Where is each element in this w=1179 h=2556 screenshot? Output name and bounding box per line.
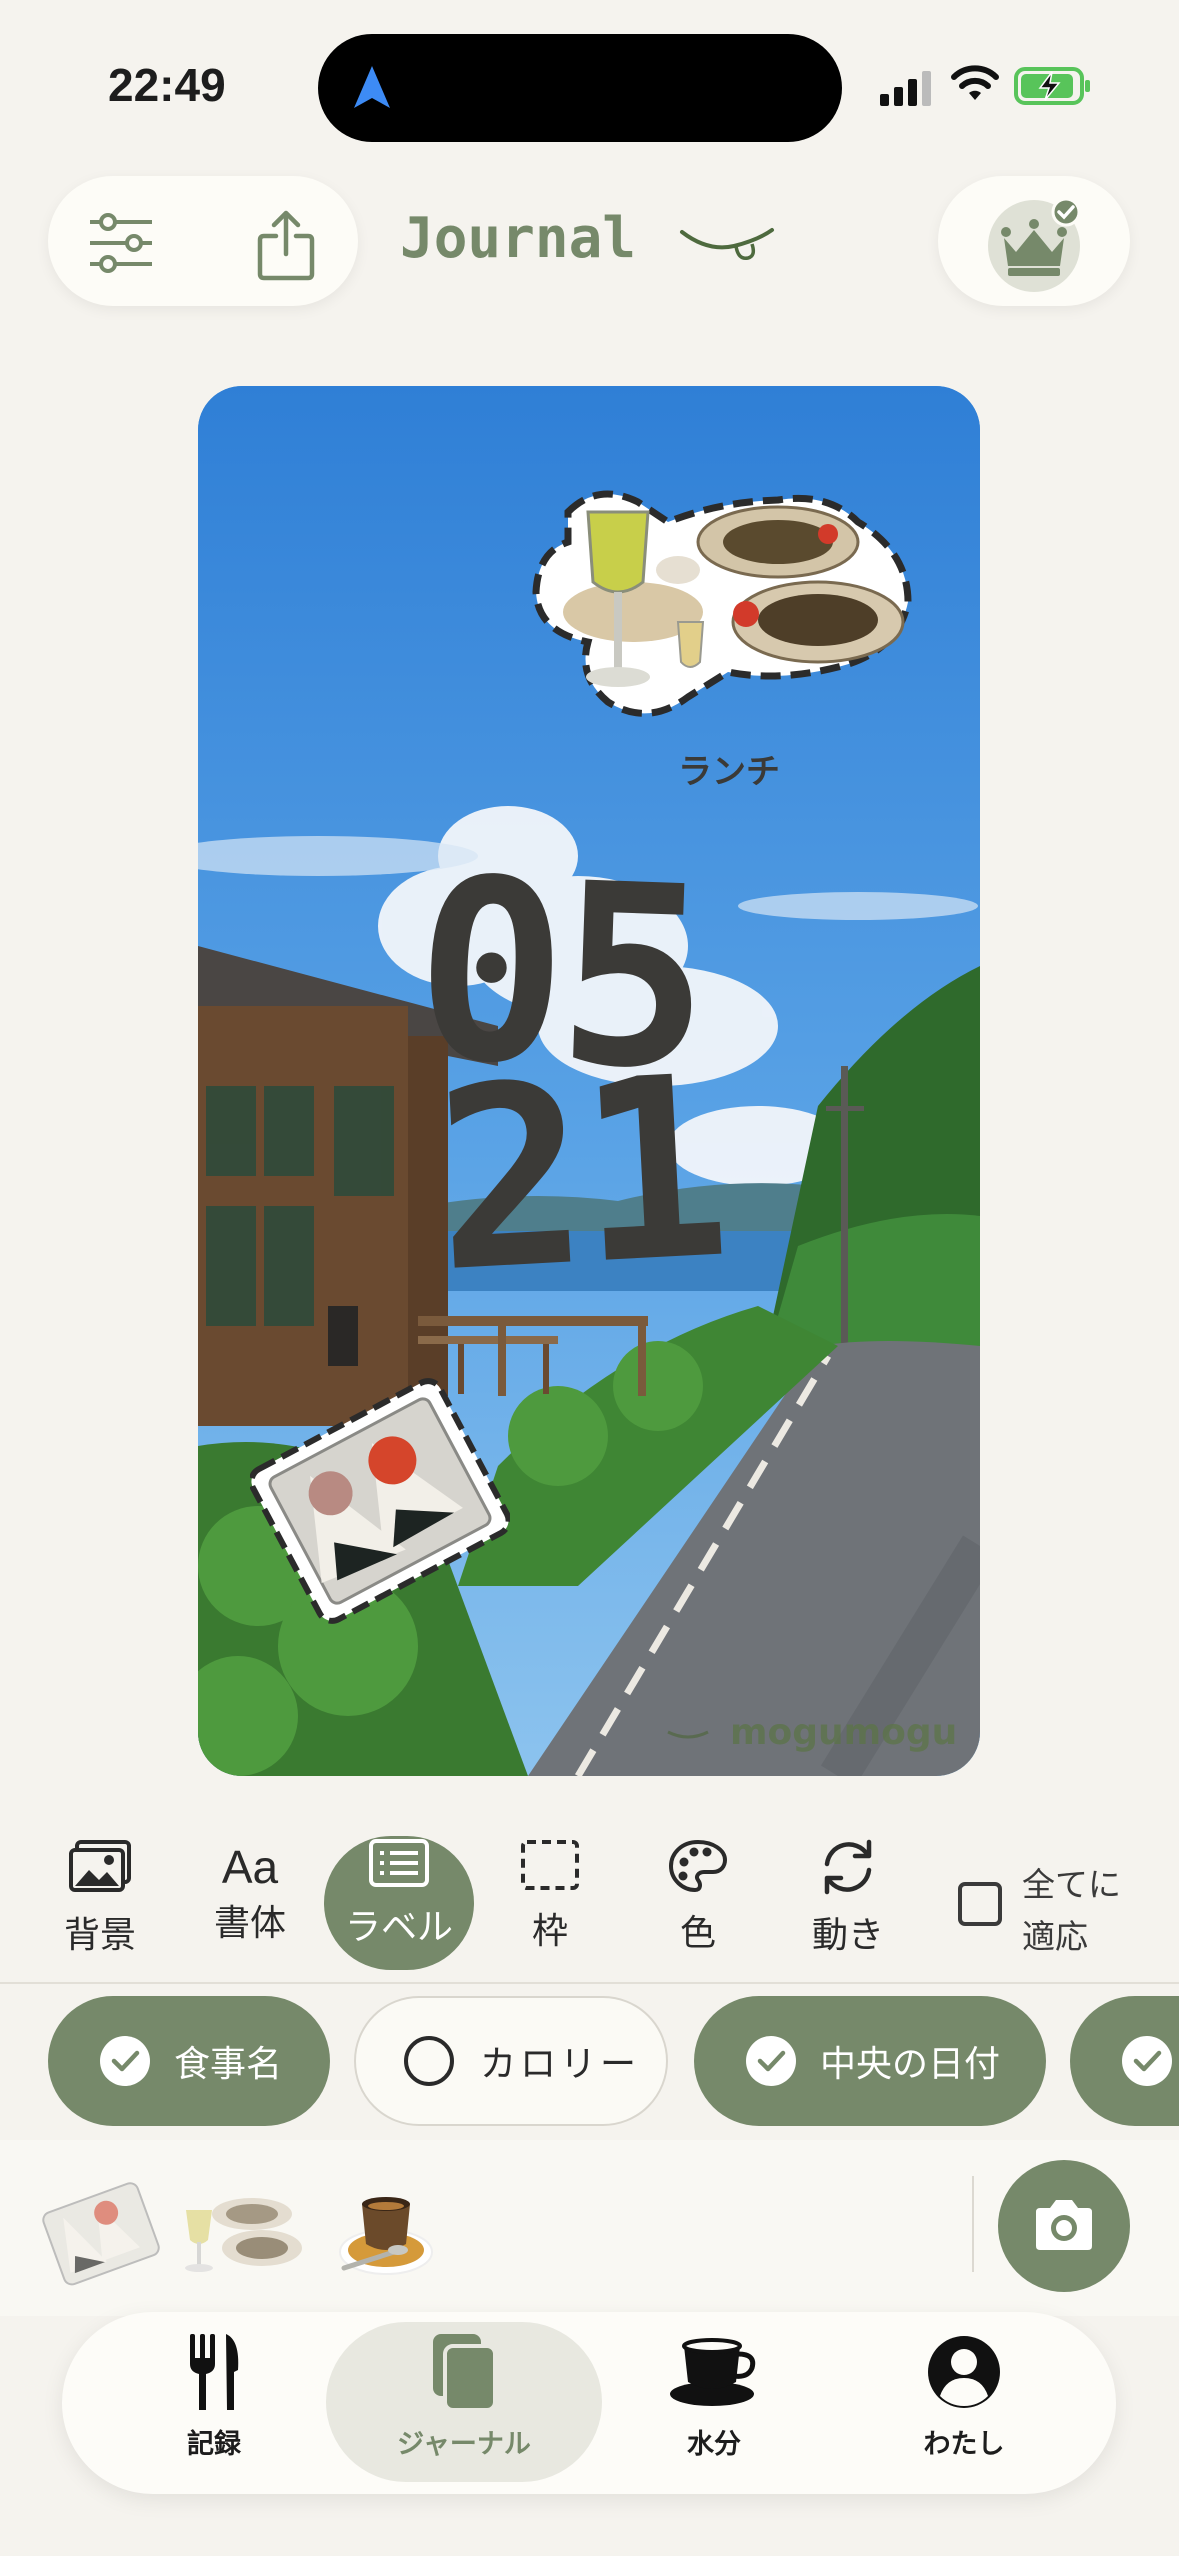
tab-journal-label: ジャーナル — [397, 2429, 531, 2460]
tab-water[interactable]: 水分 — [614, 2330, 814, 2461]
camera-icon — [1036, 2200, 1092, 2250]
empty-circle-icon — [404, 2036, 454, 2086]
rotate-icon — [824, 1839, 872, 1895]
squiggle-tongue-icon — [680, 228, 774, 260]
chip-calories[interactable]: カロリー — [354, 1996, 668, 2126]
tool-background-label: 背景 — [63, 1915, 136, 1956]
sticker-label: ランチ — [678, 752, 780, 792]
battery-charging-icon — [1014, 67, 1090, 105]
tab-record[interactable]: 記録 — [114, 2330, 314, 2461]
status-time: 22:49 — [108, 59, 226, 111]
chip-meal-name-label: 食事名 — [174, 2044, 283, 2085]
chip-center-date-label: 中央の日付 — [820, 2044, 1001, 2085]
image-icon — [69, 1840, 131, 1892]
tool-motion-label: 動き — [811, 1915, 884, 1956]
tab-water-label: 水分 — [687, 2429, 741, 2460]
tool-font-label: 書体 — [213, 1903, 286, 1944]
share-icon[interactable] — [254, 208, 318, 284]
apply-all-checkbox[interactable] — [958, 1882, 1002, 1926]
font-icon: Aa — [221, 1841, 279, 1893]
sticker-thumb-lunch[interactable] — [172, 2180, 302, 2280]
tool-frame[interactable]: 枠 — [480, 1838, 620, 1954]
dynamic-island — [318, 34, 842, 142]
tool-color[interactable]: 色 — [628, 1838, 768, 1956]
chip-center-date[interactable]: 中央の日付 — [694, 1996, 1046, 2126]
page-title: Journal — [400, 206, 637, 271]
location-arrow-icon — [354, 66, 390, 108]
check-circle-icon — [746, 2036, 796, 2086]
wifi-icon — [951, 65, 999, 100]
tool-background[interactable]: 背景 — [30, 1838, 170, 1958]
tab-me-label: わたし — [923, 2429, 1005, 2460]
chip-meal-name[interactable]: 食事名 — [48, 1996, 330, 2126]
tab-me[interactable]: わたし — [864, 2330, 1064, 2461]
tab-record-label: 記録 — [187, 2429, 241, 2460]
check-circle-icon — [100, 2036, 150, 2086]
onigiri-sticker[interactable] — [250, 1366, 510, 1636]
apply-all-label-line1: 全てに — [1022, 1865, 1121, 1904]
cup-icon — [670, 2338, 756, 2406]
tool-label[interactable]: ラベル — [329, 1838, 469, 1950]
chip-calories-label: カロリー — [480, 2044, 641, 2085]
cellular-signal-icon — [880, 71, 931, 106]
watermark-text: mogumogu — [730, 1712, 958, 1753]
premium-crown-icon[interactable] — [986, 196, 1086, 292]
tool-label-label: ラベル — [344, 1907, 453, 1948]
fork-knife-icon — [190, 2334, 239, 2410]
person-icon — [928, 2336, 1000, 2408]
tool-color-label: 色 — [679, 1913, 716, 1954]
tool-motion[interactable]: 動き — [778, 1838, 918, 1958]
tool-frame-label: 枠 — [531, 1911, 568, 1952]
palette-icon — [668, 1839, 728, 1893]
tray-divider — [972, 2176, 974, 2272]
journal-icon — [433, 2334, 497, 2412]
date-day: 21 — [428, 1021, 729, 1328]
frame-icon — [521, 1840, 579, 1890]
check-circle-icon — [1122, 2036, 1172, 2086]
filter-sliders-icon[interactable] — [86, 212, 156, 274]
apply-all-label-line2: 適応 — [1022, 1917, 1088, 1956]
sticker-thumb-pudding[interactable] — [324, 2168, 444, 2284]
journal-card[interactable]: ランチ 05 21 mogumogu — [198, 386, 980, 1776]
tab-journal[interactable]: ジャーナル — [364, 2330, 564, 2461]
tool-font[interactable]: Aa 書体 — [180, 1838, 320, 1946]
label-icon — [369, 1839, 429, 1887]
lunch-plates-sticker[interactable] — [528, 482, 918, 722]
sticker-thumb-onigiri[interactable] — [40, 2176, 160, 2286]
